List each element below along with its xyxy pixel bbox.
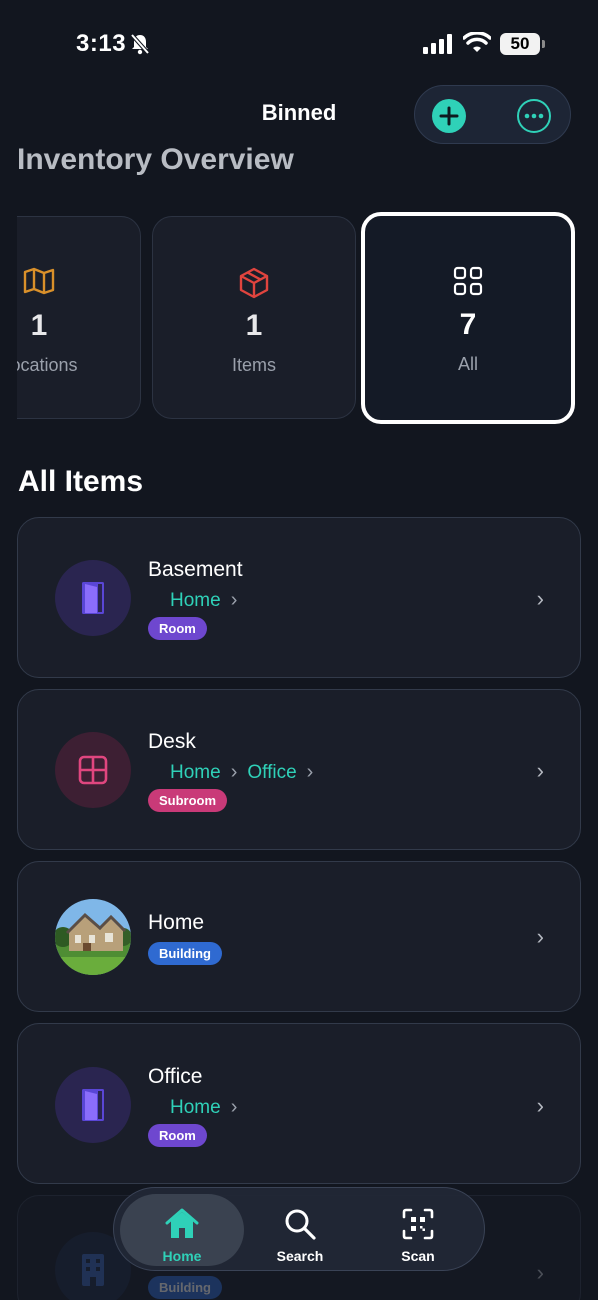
chevron-right-icon: › <box>536 1260 544 1285</box>
card-count: 7 <box>459 308 477 341</box>
map-icon <box>23 267 55 295</box>
type-badge: Building <box>148 942 222 965</box>
crumb[interactable]: Office <box>247 762 296 784</box>
list-item[interactable]: Basement Home › Room › <box>17 517 581 678</box>
tab-home[interactable]: Home <box>120 1194 244 1266</box>
status-time: 3:13 <box>76 30 127 57</box>
card-count: 1 <box>30 309 48 342</box>
chevron-right-icon: › <box>230 589 238 611</box>
door-icon <box>82 1089 104 1121</box>
battery-indicator: 50 <box>500 33 545 55</box>
ellipsis-icon <box>524 113 544 119</box>
tab-label: Home <box>162 1248 202 1264</box>
overview-title: Inventory Overview <box>17 143 294 176</box>
item-avatar <box>55 732 131 808</box>
item-name: Office <box>148 1065 203 1088</box>
item-name: Desk <box>148 730 196 753</box>
card-locations[interactable]: 1 Locations <box>17 216 141 419</box>
wifi-icon <box>463 32 491 52</box>
breadcrumb: Home › Office › <box>170 761 313 784</box>
chevron-right-icon: › <box>306 761 314 783</box>
tab-label: Scan <box>401 1248 435 1264</box>
box-icon <box>239 267 269 299</box>
card-label: Locations <box>17 355 78 375</box>
list-item[interactable]: Desk Home › Office › Subroom › <box>17 689 581 850</box>
crumb[interactable]: Home <box>170 762 221 784</box>
list-item[interactable]: Home Building › <box>17 861 581 1012</box>
card-items[interactable]: 1 Items <box>152 216 356 419</box>
all-items-title: All Items <box>18 465 144 498</box>
type-badge: Room <box>148 617 207 640</box>
breadcrumb: Home › <box>170 1096 237 1119</box>
type-badge: Room <box>148 1124 207 1147</box>
card-label: Items <box>231 355 276 375</box>
nav-actions <box>414 85 571 144</box>
type-badge: Subroom <box>148 789 228 812</box>
search-icon <box>285 1209 316 1240</box>
add-button[interactable] <box>432 99 466 133</box>
card-all[interactable]: 7 All <box>361 212 575 424</box>
tab-label: Search <box>276 1248 324 1264</box>
chevron-right-icon: › <box>230 761 238 783</box>
house-icon <box>165 1208 199 1238</box>
signal-icon <box>423 34 452 54</box>
plus-icon <box>439 106 459 126</box>
crumb[interactable]: Home <box>170 1097 221 1119</box>
tab-bar: Home Search Scan <box>113 1187 485 1271</box>
chevron-right-icon: › <box>536 758 544 783</box>
item-avatar <box>55 560 131 636</box>
crumb[interactable]: Home <box>170 590 221 612</box>
type-badge: Building <box>148 1276 222 1299</box>
breadcrumb: Home › <box>170 589 237 612</box>
chevron-right-icon: › <box>230 1096 238 1118</box>
building-icon <box>82 1254 104 1286</box>
chevron-right-icon: › <box>536 924 544 949</box>
door-icon <box>82 582 104 614</box>
grid-icon <box>453 266 483 296</box>
card-count: 1 <box>245 309 263 342</box>
card-label: All <box>457 354 478 374</box>
tab-search[interactable]: Search <box>238 1194 362 1266</box>
list-item[interactable]: Office Home › Room › <box>17 1023 581 1184</box>
tab-scan[interactable]: Scan <box>356 1194 480 1266</box>
qr-scan-icon <box>402 1208 434 1240</box>
more-options-button[interactable] <box>517 99 551 133</box>
chevron-right-icon: › <box>536 586 544 611</box>
item-avatar <box>55 899 131 975</box>
chevron-right-icon: › <box>536 1093 544 1118</box>
overview-cards: 1 Locations 1 Items 7 All <box>17 212 598 428</box>
bell-muted-icon <box>130 33 150 55</box>
item-avatar <box>55 1067 131 1143</box>
house-photo <box>55 899 131 975</box>
item-name: Home <box>148 911 205 934</box>
status-bar: 3:13 50 <box>0 0 598 90</box>
grid-square-icon <box>78 755 108 785</box>
item-name: Basement <box>148 558 243 581</box>
